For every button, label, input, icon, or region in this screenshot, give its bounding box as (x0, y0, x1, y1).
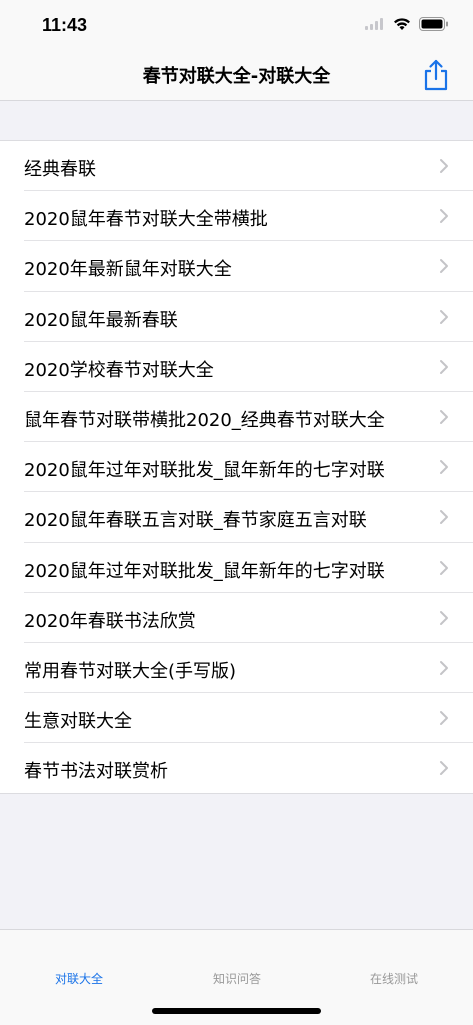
list-item-label: 2020鼠年最新春联 (24, 309, 178, 331)
tab-3[interactable]: 在线测试 (315, 970, 473, 987)
list-item[interactable]: 2020学校春节对联大全 (0, 342, 473, 393)
chevron-right-icon (440, 409, 448, 424)
list-item[interactable]: 常用春节对联大全(手写版) (0, 643, 473, 694)
chevron-right-icon (440, 259, 448, 274)
list-item[interactable]: 2020鼠年春联五言对联_春节家庭五言对联 (0, 492, 473, 543)
chevron-right-icon (440, 560, 448, 575)
navigation-bar: 春节对联大全-对联大全 (0, 52, 473, 101)
status-icons (365, 17, 449, 31)
list-item-label: 春节书法对联赏析 (24, 761, 168, 783)
chevron-right-icon (440, 510, 448, 525)
home-indicator (152, 1008, 321, 1014)
status-bar: 11:43 (0, 0, 473, 52)
couplet-list: 经典春联 2020鼠年春节对联大全带横批 2020年最新鼠年对联大全 2020鼠年最新… (0, 140, 473, 795)
share-icon[interactable] (421, 58, 451, 92)
list-item[interactable]: 2020年最新鼠年对联大全 (0, 241, 473, 292)
list-item[interactable]: 2020鼠年春节对联大全带横批 (0, 191, 473, 242)
list-item[interactable]: 鼠年春节对联带横批2020_经典春节对联大全 (0, 392, 473, 443)
list-item-label: 2020鼠年过年对联批发_鼠年新年的七字对联 (24, 560, 385, 582)
chevron-right-icon (440, 359, 448, 374)
list-item-label: 2020年春联书法欣赏 (24, 610, 196, 632)
list-item[interactable]: 春节书法对联赏析 (0, 743, 473, 793)
chevron-right-icon (440, 309, 448, 324)
list-item-label: 经典春联 (24, 159, 96, 180)
chevron-right-icon (440, 610, 448, 625)
chevron-right-icon (440, 460, 448, 475)
list-item-label: 2020年最新鼠年对联大全 (24, 259, 232, 281)
battery-icon (419, 17, 448, 31)
list-item[interactable]: 经典春联 (0, 141, 473, 192)
list-item-label: 生意对联大全 (24, 711, 132, 733)
list-item[interactable]: 2020年春联书法欣赏 (0, 593, 473, 644)
list-item-label: 常用春节对联大全(手写版) (24, 660, 237, 682)
page-title: 春节对联大全-对联大全 (142, 66, 331, 87)
chevron-right-icon (440, 761, 448, 776)
signal-icon (365, 18, 383, 30)
chevron-right-icon (440, 711, 448, 726)
tab-1[interactable]: 对联大全 (0, 970, 158, 987)
status-time: 11:43 (42, 15, 88, 35)
list-item[interactable]: 2020鼠年最新春联 (0, 292, 473, 342)
chevron-right-icon (440, 209, 448, 224)
list-item[interactable]: 2020鼠年过年对联批发_鼠年新年的七字对联 (0, 442, 473, 493)
chevron-right-icon (440, 159, 448, 173)
list-item-label: 鼠年春节对联带横批2020_经典春节对联大全 (24, 409, 385, 431)
list-item[interactable]: 2020鼠年过年对联批发_鼠年新年的七字对联 (0, 543, 473, 593)
list-item-label: 2020学校春节对联大全 (24, 359, 214, 381)
list-item-label: 2020鼠年春联五言对联_春节家庭五言对联 (24, 510, 367, 532)
chevron-right-icon (440, 660, 448, 675)
tab-2[interactable]: 知识问答 (158, 970, 316, 987)
wifi-icon (394, 18, 410, 30)
list-item-label: 2020鼠年过年对联批发_鼠年新年的七字对联 (24, 460, 385, 482)
list-item[interactable]: 生意对联大全 (0, 693, 473, 744)
list-item-label: 2020鼠年春节对联大全带横批 (24, 209, 268, 231)
